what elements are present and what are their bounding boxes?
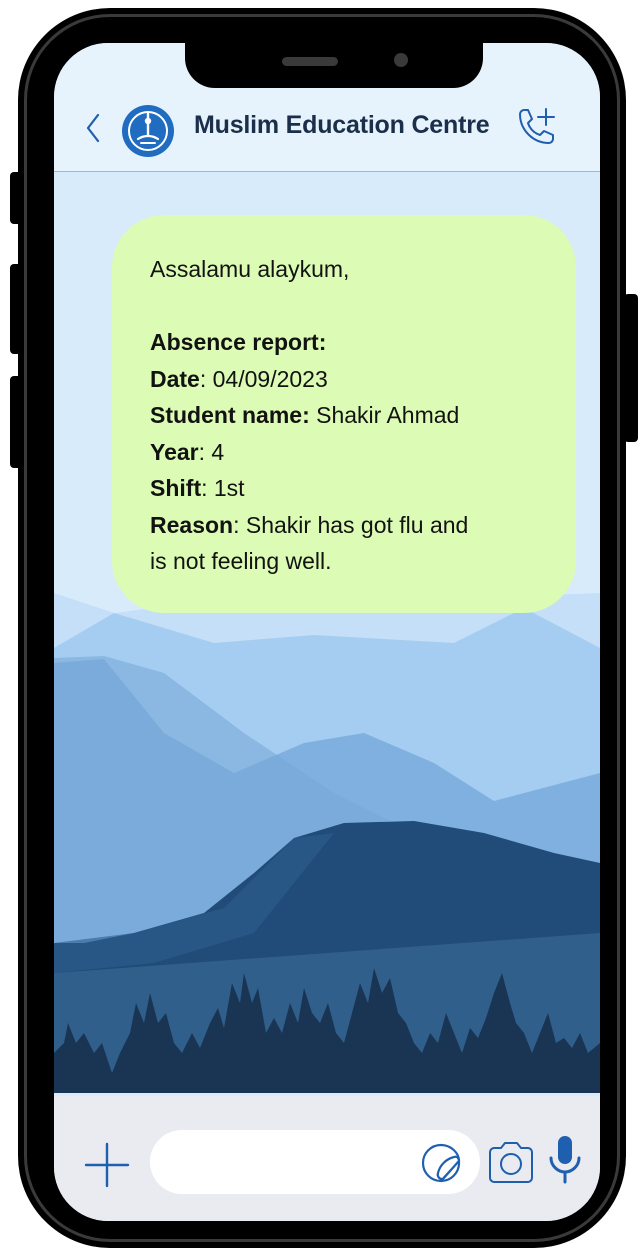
year-value: : 4 (198, 438, 225, 465)
sticker-icon[interactable] (420, 1142, 462, 1184)
phone-screen: Muslim Education Centre Assalamu alaykum… (54, 43, 600, 1221)
year-line: Year: 4 (150, 434, 538, 471)
microphone-icon[interactable] (546, 1134, 584, 1186)
plus-icon[interactable] (84, 1142, 130, 1188)
student-label: Student name: (150, 402, 310, 428)
shift-label: Shift (150, 475, 202, 501)
date-line: Date: 04/09/2023 (150, 361, 538, 398)
date-label: Date (150, 365, 200, 392)
mute-switch (10, 172, 22, 224)
shift-line: Shift: 1st (150, 470, 538, 507)
contact-name[interactable]: Muslim Education Centre (194, 111, 490, 140)
student-line: Student name: Shakir Ahmad (150, 397, 538, 434)
chat-header: Muslim Education Centre (54, 43, 600, 172)
chevron-left-icon[interactable] (82, 111, 104, 145)
greeting-text: Assalamu alaykum, (150, 256, 350, 282)
message-bubble[interactable]: Assalamu alaykum, Absence report: Date: … (112, 215, 576, 613)
reason-line: Reason: Shakir has got flu and (150, 507, 538, 544)
power-button (624, 294, 638, 442)
contact-avatar[interactable] (122, 105, 174, 157)
date-value: : 04/09/2023 (199, 365, 328, 392)
student-value: Shakir Ahmad (309, 402, 460, 428)
report-title-line: Absence report: (150, 324, 538, 361)
volume-down-button (10, 376, 22, 468)
front-camera (394, 53, 408, 67)
speaker-grille (282, 57, 338, 66)
add-call-icon[interactable] (514, 105, 562, 149)
shift-value: : 1st (201, 475, 245, 501)
education-logo-icon (128, 111, 168, 151)
camera-notch (185, 43, 483, 88)
composer-bar (54, 1096, 600, 1221)
reason-value-1: : Shakir has got flu and (233, 511, 469, 538)
volume-up-button (10, 264, 22, 354)
year-label: Year (150, 438, 199, 465)
camera-icon[interactable] (486, 1140, 536, 1184)
reason-label: Reason (150, 511, 234, 538)
reason-value-2: is not feeling well. (150, 548, 332, 574)
report-title: Absence report: (150, 329, 327, 355)
